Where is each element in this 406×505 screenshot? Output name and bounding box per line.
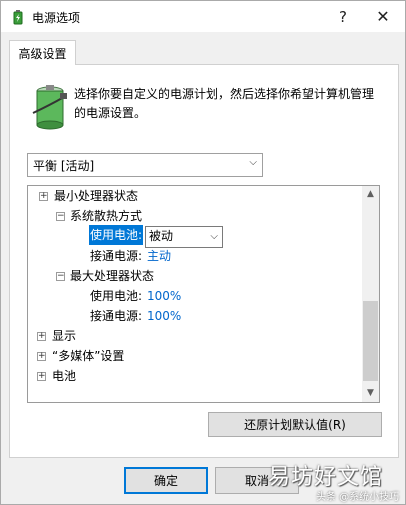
scroll-down-arrow-icon[interactable]: ▼ [362, 385, 379, 402]
intro-text: 选择你要自定义的电源计划，然后选择你希望计算机管理的电源设置。 [74, 87, 375, 120]
power-plan-value: 平衡 [活动] [33, 159, 95, 173]
expand-toggle-battery[interactable]: + [37, 372, 46, 381]
watermark: 易坊好文馆 头条 @系统小技巧 [256, 459, 406, 505]
max-processor-battery-value[interactable]: 100% [147, 286, 181, 306]
help-button[interactable]: ? [323, 1, 363, 32]
title-bar: 电源选项 ? ✕ [1, 1, 405, 32]
power-options-dialog: 电源选项 ? ✕ 高级设置 选择你要自定义的电源计划，然后选择你希望计算机管理的… [0, 0, 406, 505]
tree-item-cooling-policy[interactable]: 系统散热方式 [70, 206, 142, 226]
cooling-battery-value: 被动 [149, 229, 174, 243]
cooling-battery-label[interactable]: 使用电池: [89, 225, 144, 245]
power-plan-select[interactable]: 平衡 [活动] ⌵ [27, 153, 263, 177]
scroll-up-arrow-icon[interactable]: ▲ [362, 186, 379, 203]
max-processor-plugged-value[interactable]: 100% [147, 306, 181, 326]
ok-button[interactable]: 确定 [124, 467, 208, 494]
power-options-icon [13, 10, 23, 25]
battery-icon [32, 85, 67, 130]
expand-toggle-min-processor[interactable]: + [39, 192, 48, 201]
advanced-settings-panel: 选择你要自定义的电源计划，然后选择你希望计算机管理的电源设置。 平衡 [活动] … [9, 64, 399, 458]
tree-item-min-processor[interactable]: 最小处理器状态 [54, 186, 138, 206]
window-title: 电源选项 [32, 11, 81, 25]
tree-item-multimedia[interactable]: “多媒体”设置 [52, 346, 124, 366]
watermark-sub-text: 头条 @系统小技巧 [316, 492, 400, 503]
tree-scrollbar[interactable]: ▲ ▼ [362, 186, 379, 402]
tab-advanced-settings[interactable]: 高级设置 [9, 40, 76, 65]
expand-toggle-multimedia[interactable]: + [37, 352, 46, 361]
cooling-battery-dropdown[interactable]: 被动 ⌵ [145, 226, 223, 248]
chevron-down-icon: ⌵ [249, 157, 257, 168]
cooling-plugged-value[interactable]: 主动 [147, 246, 171, 266]
collapse-toggle-cooling[interactable]: − [56, 212, 65, 221]
cooling-plugged-label: 接通电源: [90, 249, 143, 263]
max-processor-battery-label: 使用电池: [90, 289, 143, 303]
chevron-down-icon: ⌵ [210, 231, 218, 242]
watermark-main-text: 易坊好文馆 [268, 465, 384, 490]
tree-item-max-processor[interactable]: 最大处理器状态 [70, 266, 154, 286]
close-button[interactable]: ✕ [363, 1, 403, 32]
tree-item-battery[interactable]: 电池 [52, 366, 76, 386]
max-processor-plugged-label: 接通电源: [90, 309, 143, 323]
expand-toggle-display[interactable]: + [37, 332, 46, 341]
restore-defaults-button[interactable]: 还原计划默认值(R) [208, 412, 382, 437]
tree-item-display[interactable]: 显示 [52, 326, 76, 346]
collapse-toggle-max-processor[interactable]: − [56, 272, 65, 281]
scrollbar-thumb[interactable] [363, 301, 378, 381]
settings-tree[interactable]: + 最小处理器状态 − 系统散热方式 使用电池: 被动 ⌵ 接通电源: 主动 −… [27, 185, 380, 403]
